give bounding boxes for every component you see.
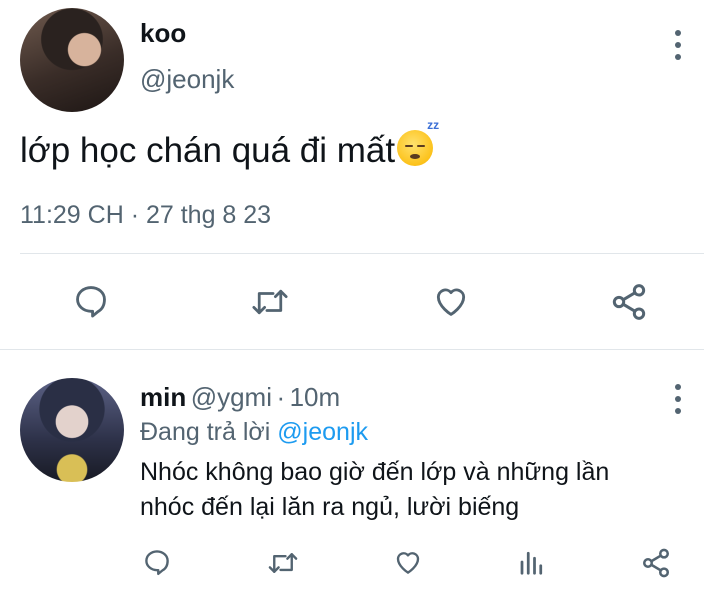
handle[interactable]: @jeonjk	[140, 64, 234, 95]
reply-text-line-1: Nhóc không bao giờ đến lớp và những lần	[140, 458, 610, 486]
display-name[interactable]: min	[140, 382, 186, 412]
share-icon[interactable]	[609, 282, 649, 322]
handle[interactable]: @ygmi	[191, 382, 272, 412]
replying-to: Đang trả lời @jeonjk	[140, 418, 368, 447]
analytics-icon[interactable]	[517, 547, 547, 577]
avatar-min[interactable]	[20, 378, 124, 482]
tweet-text: lớp học chán quá đi mất zz	[20, 118, 439, 171]
sleeping-face-emoji-icon: zz	[397, 118, 439, 166]
divider	[20, 253, 704, 254]
time-ago[interactable]: 10m	[290, 382, 341, 412]
divider	[0, 349, 704, 350]
reply-text-line-2: nhóc đến lại lăn ra ngủ, lười biếng	[140, 493, 520, 521]
more-options-icon[interactable]	[668, 384, 688, 414]
tweet-text-content: lớp học chán quá đi mất	[20, 131, 396, 170]
mention-link[interactable]: @jeonjk	[277, 418, 368, 446]
heart-icon[interactable]	[392, 547, 424, 577]
replying-to-label: Đang trả lời	[140, 418, 271, 446]
tweet-timestamp[interactable]: 11:29 CH · 27 thg 8 23	[20, 201, 271, 230]
share-icon[interactable]	[640, 547, 672, 579]
retweet-icon[interactable]	[250, 283, 290, 321]
retweet-icon[interactable]	[266, 548, 300, 578]
avatar-koo[interactable]	[20, 8, 124, 112]
display-name[interactable]: koo	[140, 18, 186, 49]
reply-icon[interactable]	[72, 282, 110, 320]
separator: ·	[276, 382, 286, 412]
reply-header: min @ygmi · 10m	[140, 382, 340, 413]
reply-icon[interactable]	[142, 547, 172, 577]
more-options-icon[interactable]	[668, 30, 688, 60]
heart-icon[interactable]	[431, 282, 471, 320]
